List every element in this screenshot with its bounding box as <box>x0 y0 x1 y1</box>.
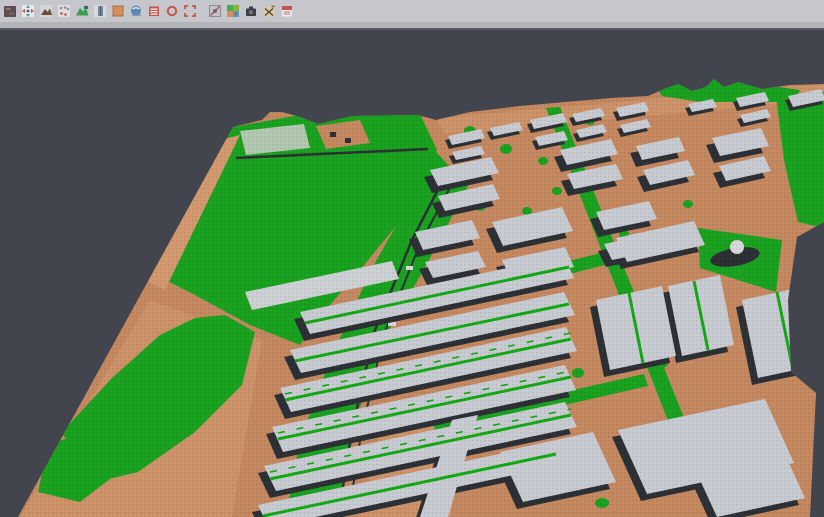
cross-section-icon[interactable] <box>91 2 109 20</box>
viewport-3d[interactable] <box>0 30 824 517</box>
ortho-image-icon[interactable] <box>109 2 127 20</box>
zoom-circle-icon[interactable] <box>163 2 181 20</box>
measure-grid-icon[interactable] <box>260 2 278 20</box>
pan-view-icon[interactable] <box>19 2 37 20</box>
terrain-model-icon[interactable] <box>37 2 55 20</box>
view-3d-icon[interactable] <box>127 2 145 20</box>
main-toolbar <box>0 0 824 22</box>
open-file-icon[interactable] <box>1 2 19 20</box>
profile-list-icon[interactable] <box>145 2 163 20</box>
snapshot-icon[interactable] <box>206 2 224 20</box>
app-window <box>0 0 824 517</box>
camera-icon[interactable] <box>242 2 260 20</box>
point-cloud-icon[interactable] <box>55 2 73 20</box>
report-table-icon[interactable] <box>278 2 296 20</box>
classification-palette-icon[interactable] <box>224 2 242 20</box>
zoom-extents-icon[interactable] <box>181 2 199 20</box>
surface-model-icon[interactable] <box>73 2 91 20</box>
